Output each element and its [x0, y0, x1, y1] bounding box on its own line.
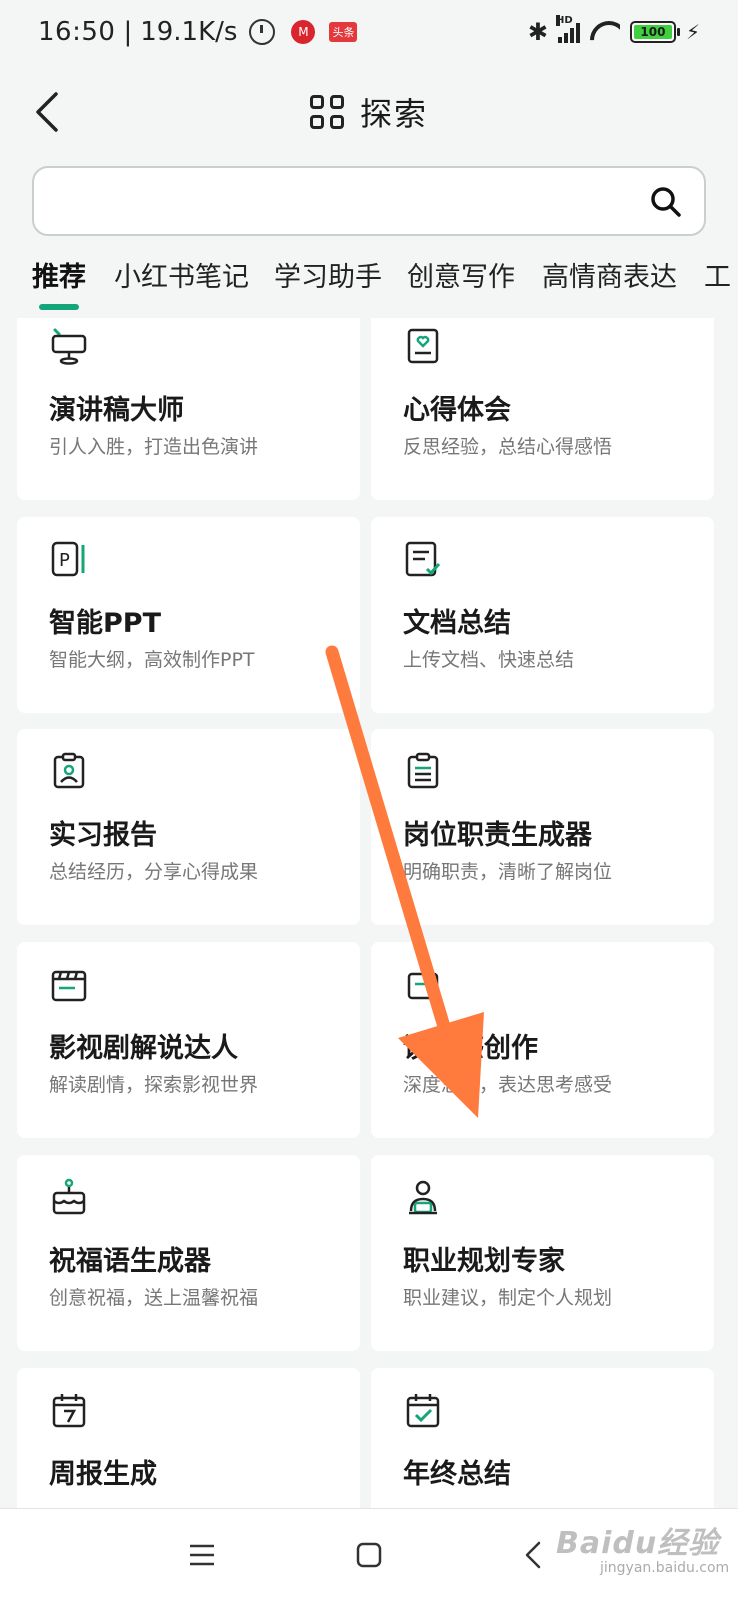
baidu-watermark: Baidu经验 [556, 1526, 720, 1561]
battery-level: 100 [633, 25, 672, 39]
calendar-7-icon [52, 1394, 86, 1428]
wifi-icon [590, 21, 620, 43]
tab-xiaohongshu-notes[interactable]: 小红书笔记 [114, 258, 249, 312]
cake-icon [52, 1178, 86, 1215]
bluetooth-icon: ✱ [527, 18, 548, 46]
chevron-left-icon [525, 1541, 541, 1569]
status-left: 16:50 | 19.1K/s M 头条 [38, 17, 358, 47]
card-speech-master[interactable]: 演讲稿大师 引人入胜，打造出色演讲 [17, 318, 360, 500]
header: 探索 [0, 72, 738, 152]
menu-icon [190, 1544, 214, 1566]
card-smart-ppt[interactable]: P 智能PPT 智能大纲，高效制作PPT [17, 517, 360, 713]
tab-creative-writing[interactable]: 创意写作 [407, 258, 515, 312]
card-desc: 明确职责，清晰了解岗位 [403, 861, 613, 883]
card-title: 心得体会 [403, 395, 511, 426]
clapper-icon [51, 970, 87, 1002]
card-title: 祝福语生成器 [49, 1246, 211, 1277]
title-wrap: 探索 [309, 89, 428, 135]
clipboard-person-icon [53, 752, 85, 789]
card-desc: 创意祝福，送上温馨祝福 [49, 1287, 259, 1309]
category-tabs: 推荐 小红书笔记 学习助手 创意写作 高情商表达 工 [0, 258, 738, 312]
status-right: ✱ HD 100 ⚡ [527, 15, 700, 46]
status-divider: | [123, 17, 133, 47]
toutiao-notification-icon: 头条 [329, 22, 358, 42]
search-icon[interactable] [648, 184, 684, 220]
card-doc-summary[interactable]: 文档总结 上传文档、快速总结 [371, 517, 714, 713]
clipboard-list-icon [407, 752, 439, 789]
card-desc: 解读剧情，探索影视世界 [49, 1074, 259, 1096]
hd-label: HD [555, 15, 573, 26]
heart-note-icon [407, 328, 439, 364]
book-icon [407, 972, 439, 1000]
ppt-icon: P [51, 541, 85, 577]
tab-more[interactable]: 工 [704, 258, 731, 312]
card-desc: 职业建议，制定个人规划 [403, 1287, 613, 1309]
network-speed: 19.1K/s [140, 17, 238, 47]
card-desc: 智能大纲，高效制作PPT [49, 649, 255, 671]
charging-icon: ⚡ [685, 20, 700, 44]
card-film-commentary[interactable]: 影视剧解说达人 解读剧情，探索影视世界 [17, 942, 360, 1138]
person-laptop-icon [409, 1180, 437, 1215]
system-back-button[interactable] [510, 1531, 558, 1579]
card-title: 文档总结 [403, 608, 511, 639]
card-title: 周报生成 [49, 1459, 157, 1490]
square-icon [356, 1542, 382, 1568]
alarm-icon [249, 19, 276, 45]
tab-study-assistant[interactable]: 学习助手 [274, 258, 382, 312]
battery-icon: 100 [629, 21, 680, 43]
card-year-end-summary[interactable]: 年终总结 [371, 1368, 714, 1508]
calendar-check-icon [406, 1394, 440, 1428]
recent-apps-button[interactable] [178, 1531, 226, 1579]
card-reflection[interactable]: 心得体会 反思经验，总结心得感悟 [371, 318, 714, 500]
feature-cards: 演讲稿大师 引人入胜，打造出色演讲 心得体会 反思经验，总结心得感悟 P 智能P… [0, 318, 738, 1508]
home-button[interactable] [345, 1531, 393, 1579]
chevron-left-icon [36, 92, 58, 132]
search-input[interactable] [50, 176, 630, 226]
signal-icon: HD [555, 15, 580, 43]
card-title: 岗位职责生成器 [403, 820, 592, 851]
card-title: 实习报告 [49, 820, 157, 851]
card-title: 年终总结 [403, 1459, 511, 1490]
svg-text:P: P [59, 550, 70, 571]
card-desc: 上传文档、快速总结 [403, 649, 575, 671]
watermark-url: jingyan.baidu.com [600, 1560, 730, 1576]
card-title: 读后感创作 [403, 1033, 538, 1064]
podium-icon [51, 328, 87, 365]
card-blessing-generator[interactable]: 祝福语生成器 创意祝福，送上温馨祝福 [17, 1155, 360, 1351]
grid-icon [309, 95, 344, 129]
card-desc: 引人入胜，打造出色演讲 [49, 436, 259, 458]
app-notification-icon: M [291, 20, 316, 44]
tab-eq-expression[interactable]: 高情商表达 [542, 258, 677, 312]
card-desc: 总结经历，分享心得成果 [49, 861, 259, 883]
card-desc: 反思经验，总结心得感悟 [403, 436, 613, 458]
status-time: 16:50 [38, 17, 116, 47]
card-internship-report[interactable]: 实习报告 总结经历，分享心得成果 [17, 729, 360, 925]
search-box[interactable] [32, 166, 706, 236]
tab-recommended[interactable]: 推荐 [32, 258, 86, 312]
card-title: 影视剧解说达人 [49, 1033, 238, 1064]
card-job-duty-generator[interactable]: 岗位职责生成器 明确职责，清晰了解岗位 [371, 729, 714, 925]
card-title: 演讲稿大师 [49, 395, 184, 426]
card-title: 智能PPT [49, 608, 161, 639]
back-button[interactable] [22, 86, 74, 138]
card-desc: 深度思考，表达思考感受 [403, 1074, 613, 1096]
card-weekly-report[interactable]: 周报生成 [17, 1368, 360, 1508]
status-bar: 16:50 | 19.1K/s M 头条 ✱ HD 100 ⚡ [0, 0, 738, 64]
page-title: 探索 [359, 95, 428, 133]
doc-check-icon [405, 541, 441, 577]
card-title: 职业规划专家 [403, 1246, 565, 1277]
card-career-planning[interactable]: 职业规划专家 职业建议，制定个人规划 [371, 1155, 714, 1351]
card-reading-reflection[interactable]: 读后感创作 深度思考，表达思考感受 [371, 942, 714, 1138]
